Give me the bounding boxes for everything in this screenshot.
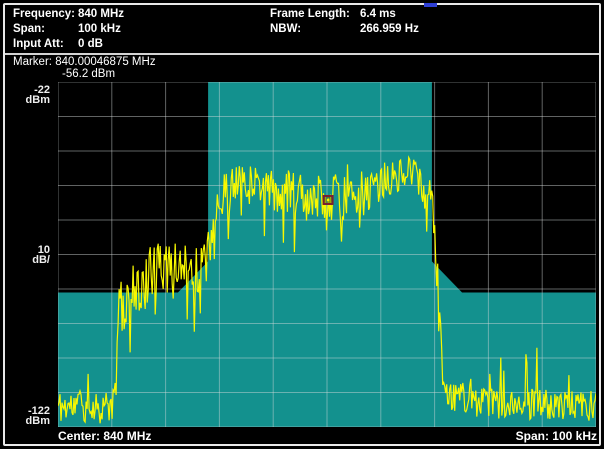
span-field: Span: 100 kHz — [13, 22, 124, 37]
top-accent-tick — [424, 3, 437, 7]
span-value: 100 kHz — [78, 22, 121, 37]
marker-level-line: -56.2 dBm — [13, 68, 156, 80]
marker-level-value: -56.2 dBm — [62, 68, 115, 80]
marker-readout: Marker: 840.00046875 MHz -56.2 dBm — [13, 56, 156, 80]
footer-span: Span: 100 kHz — [516, 429, 597, 443]
nbw-field: NBW: 266.959 Hz — [270, 22, 419, 37]
marker-label: Marker: — [13, 56, 52, 68]
frame-length-field: Frame Length: 6.4 ms — [270, 7, 419, 22]
footer-center-frequency: Center: 840 MHz — [58, 429, 151, 443]
frequency-field: Frequency: 840 MHz — [13, 7, 124, 22]
y-axis-bottom-level-label: -122 dBm — [0, 406, 50, 426]
settings-header-right: Frame Length: 6.4 ms NBW: 266.959 Hz — [270, 7, 419, 37]
input-att-label: Input Att: — [13, 37, 78, 52]
marker-frequency-value: 840.00046875 MHz — [55, 56, 155, 68]
frequency-value: 840 MHz — [78, 7, 124, 22]
nbw-value: 266.959 Hz — [360, 22, 419, 37]
input-att-value: 0 dB — [78, 37, 103, 52]
frame-length-value: 6.4 ms — [360, 7, 396, 22]
input-att-field: Input Att: 0 dB — [13, 37, 124, 52]
y-axis-ref-level-label: -22 dBm — [0, 85, 50, 105]
marker-frequency-line: Marker: 840.00046875 MHz — [13, 56, 156, 68]
y-axis-scale-label: 10 dB/ — [0, 245, 50, 265]
header-separator — [5, 53, 599, 55]
settings-header-left: Frequency: 840 MHz Span: 100 kHz Input A… — [13, 7, 124, 52]
marker-box — [324, 196, 333, 204]
span-label: Span: — [13, 22, 78, 37]
spectrum-plot-canvas — [58, 82, 596, 427]
frame-length-label: Frame Length: — [270, 7, 360, 22]
nbw-label: NBW: — [270, 22, 360, 37]
frequency-label: Frequency: — [13, 7, 78, 22]
spectrum-analyzer-screen: Frequency: 840 MHz Span: 100 kHz Input A… — [0, 0, 604, 449]
